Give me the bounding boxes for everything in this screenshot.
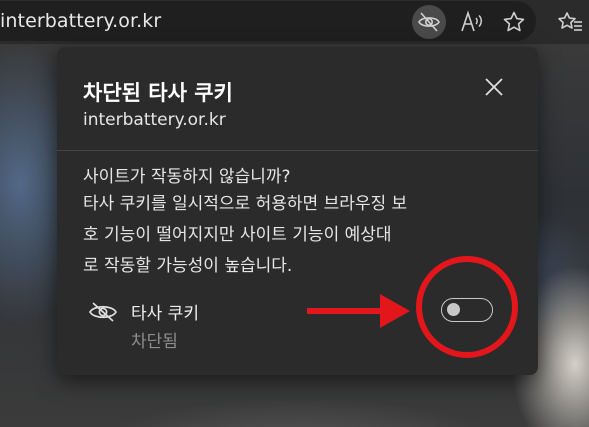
eye-slash-icon: [89, 302, 117, 322]
star-icon: [503, 11, 525, 32]
popup-title: 차단된 타사 쿠키: [83, 81, 233, 105]
close-button[interactable]: [480, 73, 508, 101]
message-line: 로 작동할 가능성이 높습니다.: [83, 256, 293, 276]
divider: [57, 150, 538, 151]
toggle-knob: [447, 303, 460, 316]
url-text[interactable]: interbattery.or.kr: [0, 10, 161, 32]
read-aloud-button[interactable]: [455, 5, 489, 39]
cookie-popup: 차단된 타사 쿠키 interbattery.or.kr 사이트가 작동하지 않…: [57, 47, 538, 375]
message-line: 사이트가 작동하지 않습니까?: [83, 167, 291, 187]
cookie-status-text: 차단됨: [131, 332, 178, 352]
message-line: 호 기능이 떨어지지만 사이트 기능이 예상대: [83, 225, 392, 245]
eye-slash-icon: [418, 12, 440, 32]
read-aloud-icon: [461, 10, 482, 32]
favorites-button[interactable]: [553, 5, 587, 39]
address-bar: interbattery.or.kr: [0, 0, 589, 44]
favorites-icon: [558, 12, 582, 31]
browser-window: interbattery.or.kr 차단된 타사 쿠키 interbatter…: [0, 0, 589, 427]
third-party-cookie-label: 타사 쿠키: [131, 304, 199, 324]
tracking-prevention-button[interactable]: [412, 5, 446, 39]
message-line: 타사 쿠키를 일시적으로 허용하면 브라우징 보: [83, 194, 408, 214]
favorite-star-button[interactable]: [497, 5, 531, 39]
close-icon: [485, 78, 503, 96]
popup-domain: interbattery.or.kr: [83, 110, 226, 130]
third-party-cookie-toggle[interactable]: [441, 298, 493, 322]
